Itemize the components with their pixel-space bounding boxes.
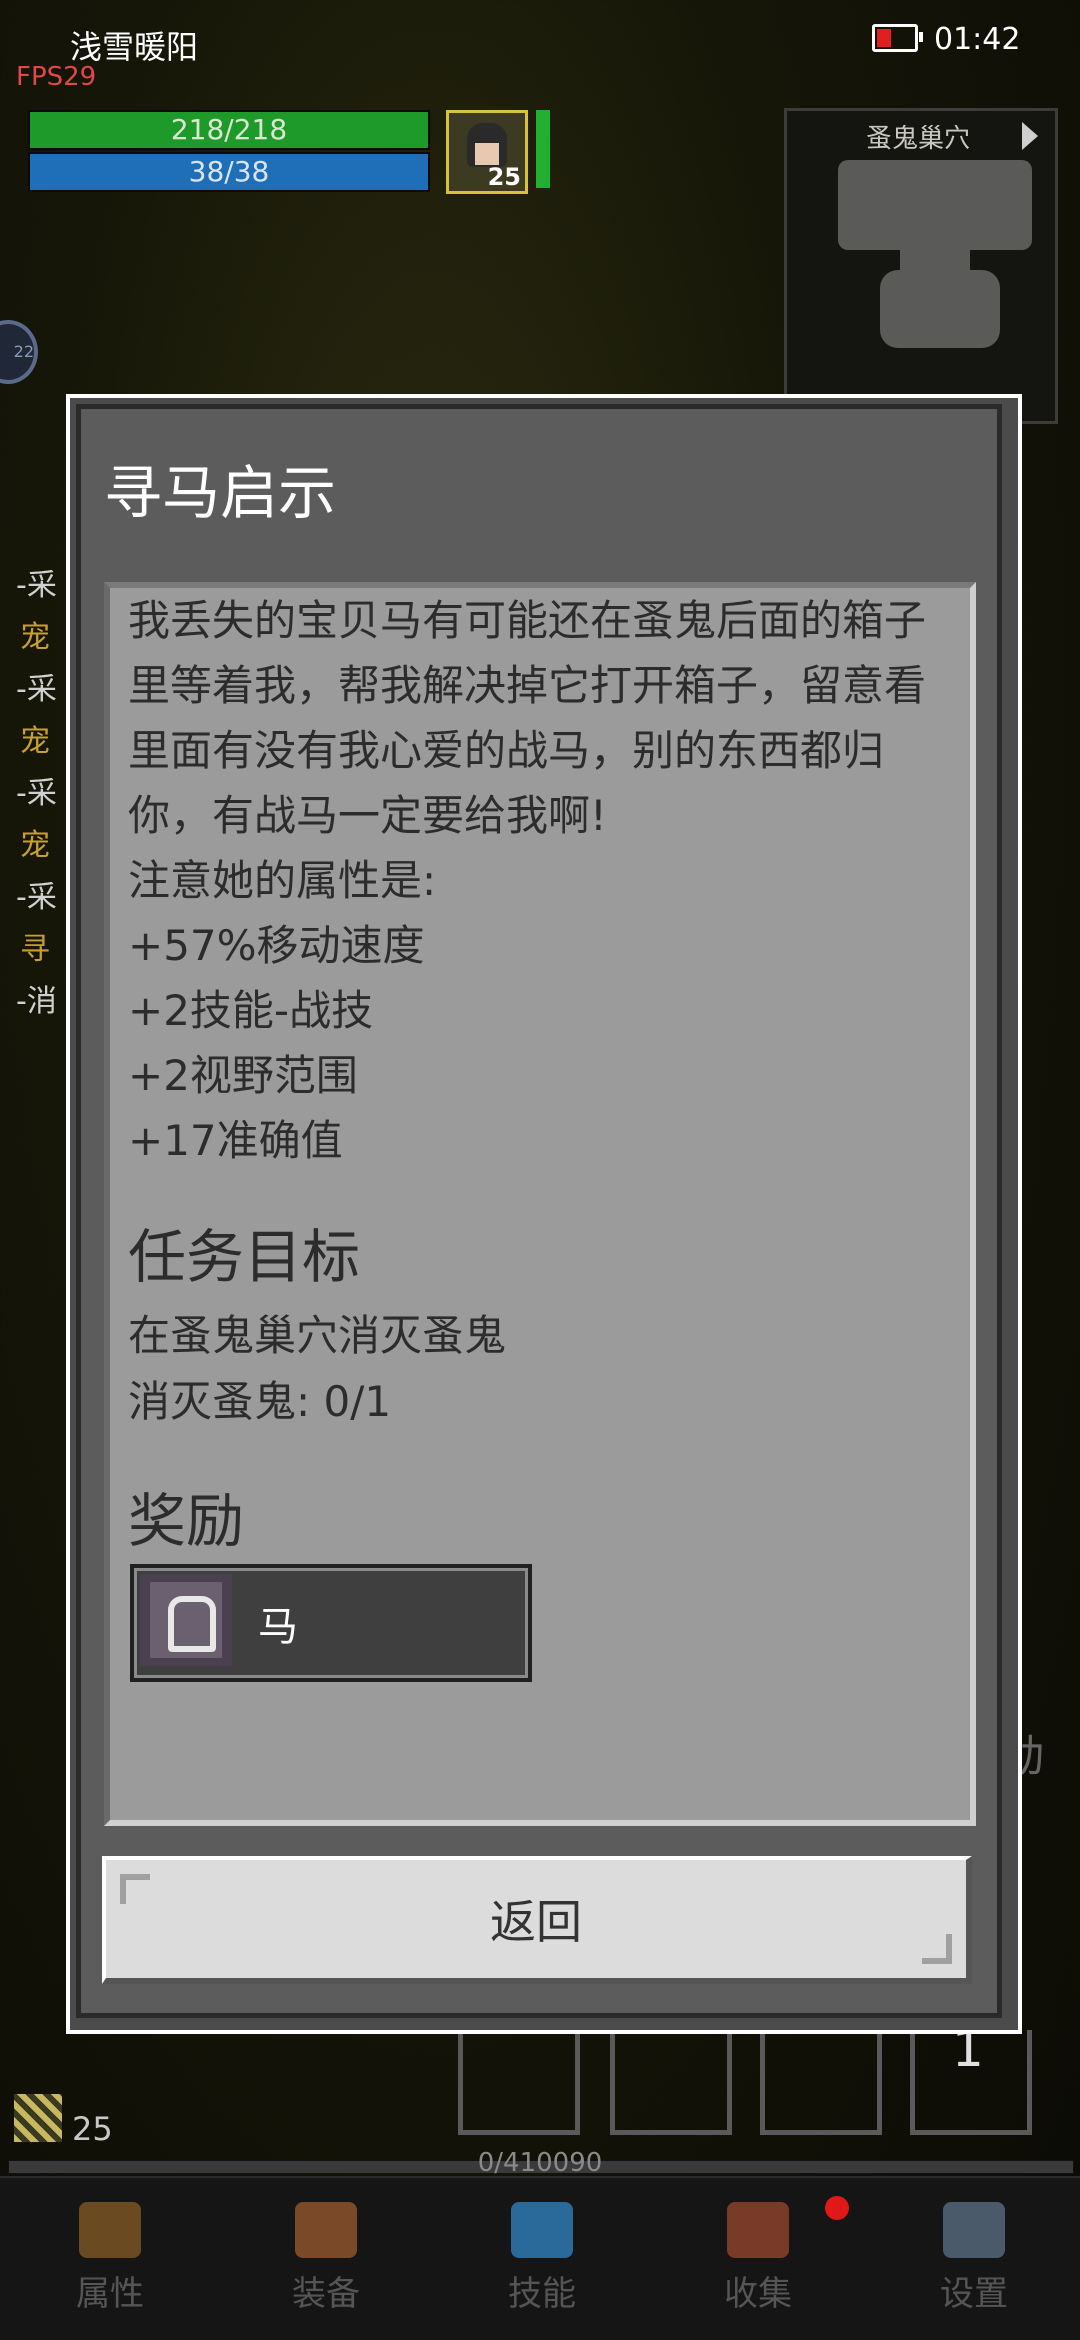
- quest-list: -采宠 -采宠 -采宠 -采寻 -消: [0, 560, 70, 1028]
- reward-title: 奖励: [128, 1487, 245, 1555]
- quest-list-item[interactable]: -采: [0, 560, 70, 612]
- dialog-title: 寻马启示: [104, 459, 337, 527]
- corner-decoration: [922, 1934, 952, 1964]
- nav-label: 属性: [76, 2274, 144, 2314]
- nav-label: 收集: [724, 2274, 792, 2314]
- bottom-nav: 属性 装备 技能 收集 设置: [0, 2176, 1080, 2340]
- bag-icon: [295, 2202, 357, 2258]
- character-portrait[interactable]: 25: [446, 110, 528, 194]
- quest-list-item[interactable]: -采: [0, 872, 70, 924]
- clock: 01:42: [934, 22, 1021, 57]
- quest-list-item[interactable]: 宠: [0, 716, 70, 768]
- quest-description: 我丢失的宝贝马有可能还在蚤鬼后面的箱子里等着我，帮我解决掉它打开箱子，留意看里面…: [128, 596, 927, 1165]
- hp-bar: 218/218: [28, 110, 430, 150]
- minimap-title: 蚤鬼巢穴: [865, 124, 970, 154]
- nav-item-book[interactable]: 收集: [678, 2196, 849, 2315]
- skill-slot[interactable]: [760, 2030, 882, 2135]
- nav-item-bag[interactable]: 装备: [246, 2202, 406, 2315]
- mp-bar: 38/38: [28, 152, 430, 192]
- minimap-room: [838, 160, 1032, 250]
- reward-item-label: 马: [258, 1604, 298, 1650]
- nav-label: 设置: [940, 2274, 1008, 2314]
- nav-label: 技能: [508, 2274, 576, 2314]
- quest-toggle-button[interactable]: 22: [0, 320, 38, 384]
- corner-decoration: [120, 1874, 150, 1904]
- character-face: [475, 143, 499, 165]
- player-level: 25: [72, 2110, 113, 2148]
- quest-list-item[interactable]: 宠: [0, 820, 70, 872]
- nav-item-helmet[interactable]: 属性: [30, 2202, 190, 2315]
- xp-text: 0/410090: [477, 2148, 603, 2178]
- notification-badge: [825, 2196, 849, 2220]
- helmet-icon: [79, 2202, 141, 2258]
- stamina-bar: [536, 110, 550, 188]
- fps-counter: FPS29: [16, 62, 97, 92]
- quest-list-item[interactable]: 寻: [0, 924, 70, 976]
- nav-item-crystal[interactable]: 技能: [462, 2202, 622, 2315]
- objective-title: 任务目标: [128, 1223, 361, 1291]
- portrait-level: 25: [487, 163, 521, 191]
- quest-list-item[interactable]: 宠: [0, 612, 70, 664]
- quest-list-item[interactable]: -消: [0, 976, 70, 1028]
- objective-progress: 消灭蚤鬼: 0/1: [128, 1377, 392, 1426]
- back-button[interactable]: 返回: [102, 1856, 972, 1984]
- skill-slot[interactable]: [458, 2030, 580, 2135]
- minimap-arrow-icon[interactable]: [1022, 122, 1038, 150]
- crystal-icon: [511, 2202, 573, 2258]
- gear-icon: [943, 2202, 1005, 2258]
- skill-slot[interactable]: [610, 2030, 732, 2135]
- nav-item-gear[interactable]: 设置: [894, 2202, 1054, 2315]
- back-button-label: 返回: [490, 1895, 582, 1949]
- quest-list-item[interactable]: -采: [0, 768, 70, 820]
- battery-icon: [872, 24, 923, 52]
- nav-label: 装备: [292, 2274, 360, 2314]
- level-icon: [14, 2094, 62, 2142]
- objective-line: 在蚤鬼巢穴消灭蚤鬼: [128, 1311, 507, 1360]
- reward-item[interactable]: 马: [130, 1564, 532, 1682]
- book-icon: [727, 2196, 849, 2258]
- horse-icon: [140, 1574, 232, 1666]
- quest-list-item[interactable]: -采: [0, 664, 70, 716]
- minimap-room: [880, 270, 1000, 348]
